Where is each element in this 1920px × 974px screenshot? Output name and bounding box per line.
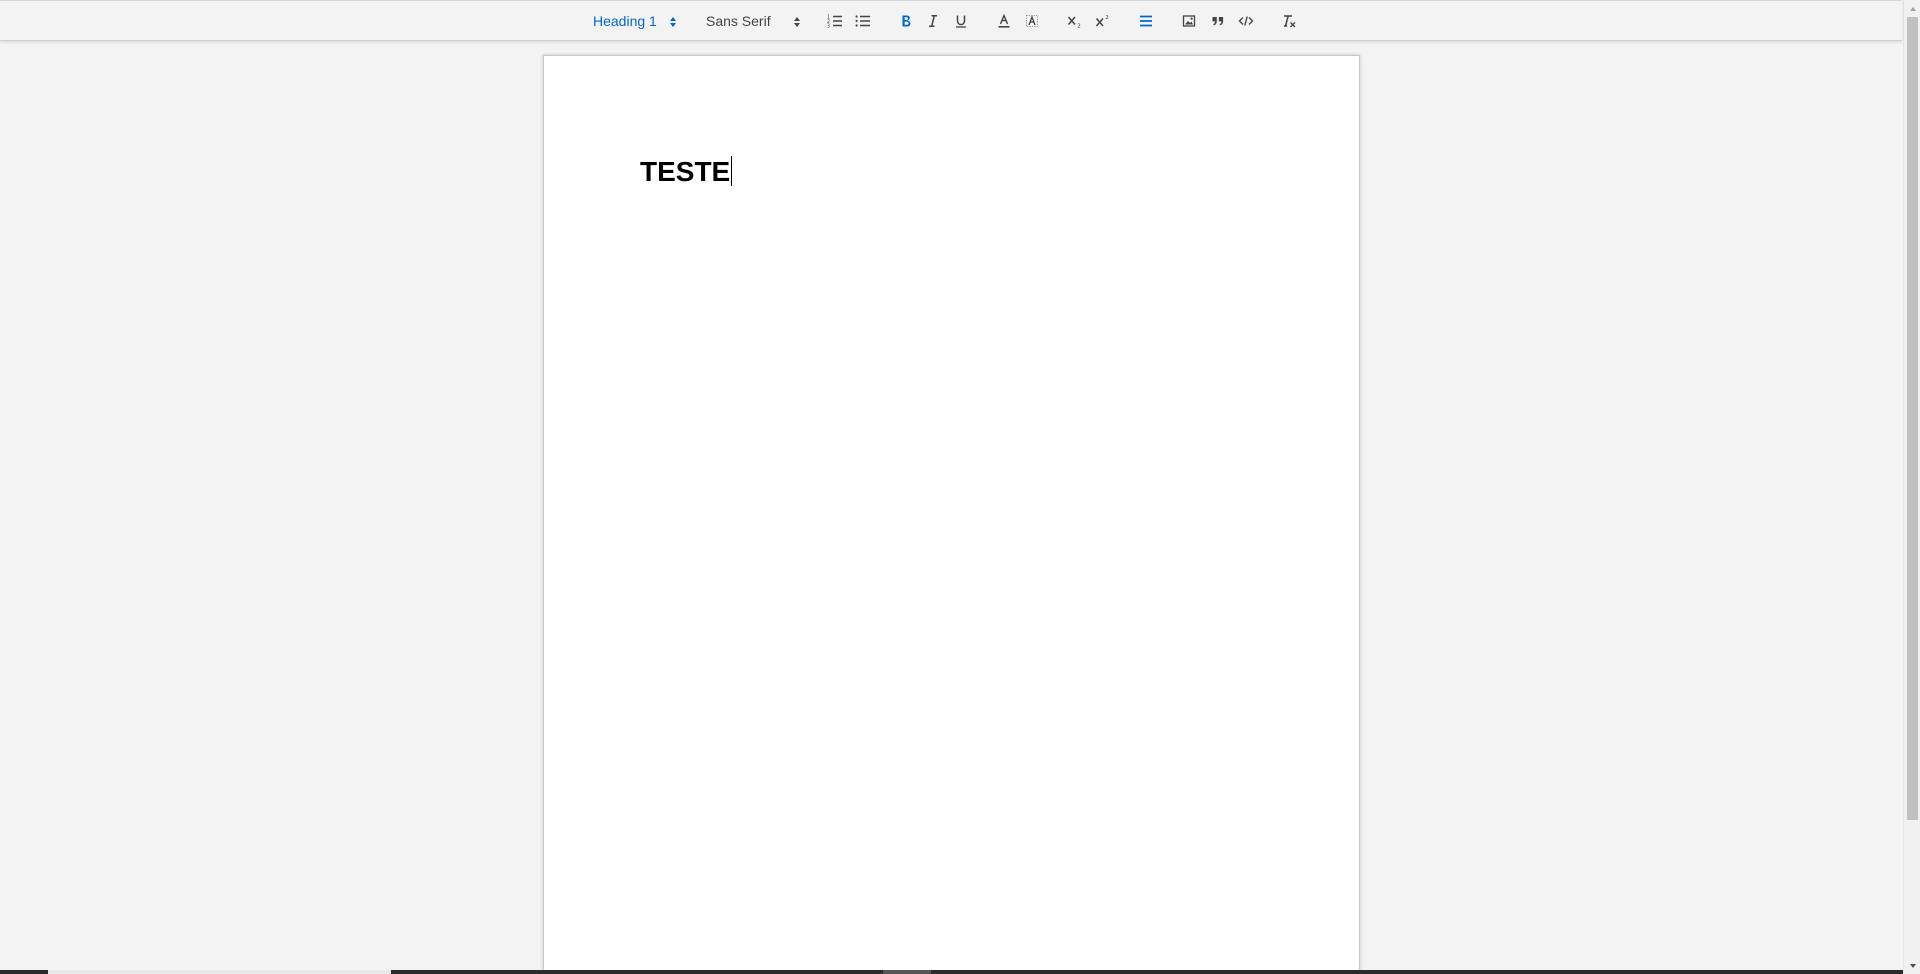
header-picker-label: Heading 1 [593,13,657,29]
editor-app: Heading 1 Sans Serif 1 2 3 2 2 TESTE [0,0,1920,974]
code-block-button[interactable] [1235,9,1257,33]
clean-formatting-icon [1284,15,1296,28]
bullet-list-icon [855,15,870,27]
scroll-down-arrow-icon[interactable] [1904,957,1920,974]
picker-arrows-icon [793,15,801,31]
document-heading[interactable]: TESTE [640,154,733,190]
bold-icon [902,15,911,27]
header-picker[interactable]: Heading 1 [593,9,677,33]
scroll-up-arrow-icon[interactable] [1904,0,1920,17]
svg-text:2: 2 [1105,15,1109,21]
font-picker[interactable]: Sans Serif [706,9,801,33]
svg-text:2: 2 [1077,24,1081,29]
vertical-scrollbar[interactable] [1903,0,1920,974]
text-color-icon [998,14,1010,28]
underline-button[interactable] [950,9,972,33]
editor-toolbar: Heading 1 Sans Serif 1 2 3 2 2 [0,0,1902,41]
text-color-button[interactable] [993,9,1015,33]
ordered-list-button[interactable]: 1 2 3 [824,9,846,33]
italic-button[interactable] [922,9,944,33]
image-button[interactable] [1178,9,1200,33]
font-picker-label: Sans Serif [706,13,771,29]
superscript-icon: 2 [1095,15,1109,27]
blockquote-icon [1212,17,1224,26]
background-color-button[interactable] [1021,9,1043,33]
svg-text:3: 3 [827,24,830,29]
image-icon [1182,15,1196,27]
picker-arrows-icon [669,15,677,31]
background-color-icon [1026,15,1038,27]
bottom-strip-segment [883,970,931,974]
code-block-icon [1238,16,1254,26]
bold-button[interactable] [895,9,917,33]
document-page[interactable]: TESTE [543,55,1360,974]
italic-icon [929,15,937,27]
blockquote-button[interactable] [1207,9,1229,33]
heading-text: TESTE [640,156,731,187]
text-cursor [731,156,733,186]
bullet-list-button[interactable] [852,9,874,33]
bottom-strip-segment [48,970,391,974]
superscript-button[interactable]: 2 [1092,9,1114,33]
align-icon [1140,15,1152,27]
ordered-list-icon: 1 2 3 [827,15,842,29]
clean-formatting-button[interactable] [1278,9,1300,33]
underline-icon [956,15,966,28]
scrollbar-thumb[interactable] [1907,17,1918,820]
subscript-icon: 2 [1067,16,1081,29]
bottom-strip [0,970,1903,974]
align-button[interactable] [1135,9,1157,33]
subscript-button[interactable]: 2 [1064,9,1086,33]
